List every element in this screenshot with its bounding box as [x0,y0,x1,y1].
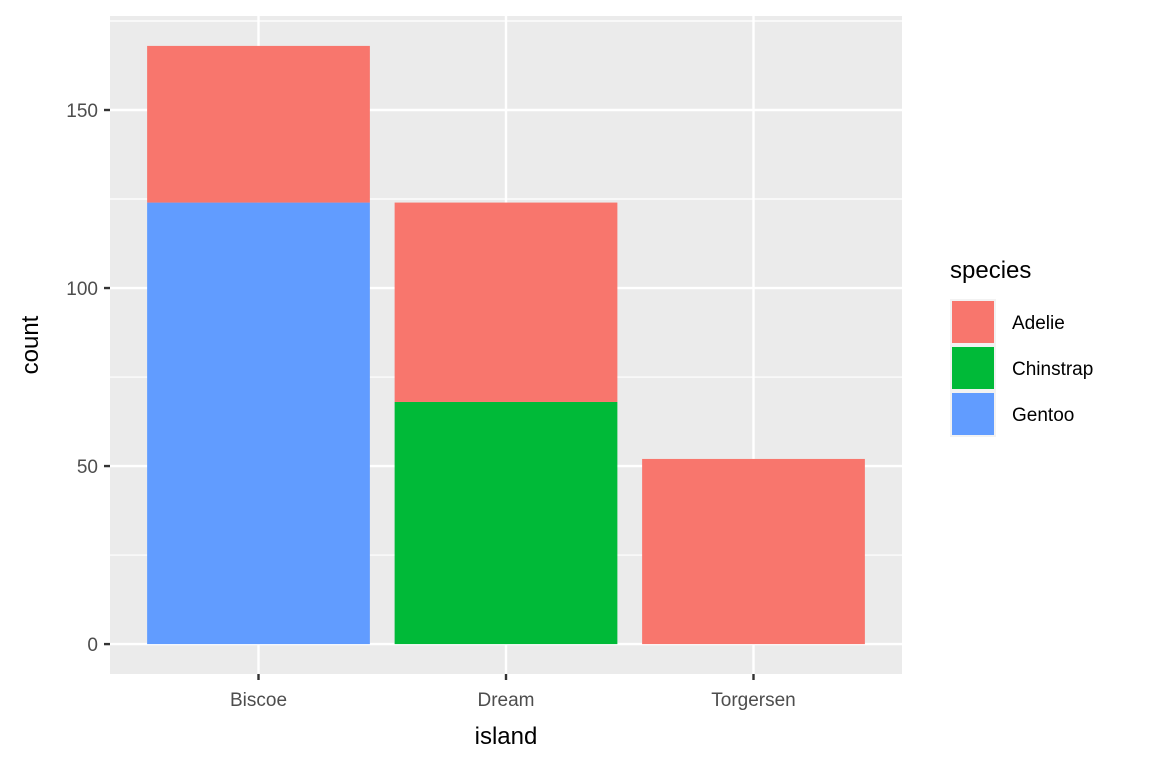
y-tick-label: 100 [66,279,98,300]
bar-dream-chinstrap [394,401,618,645]
stacked-bar-chart: 0 50 100 150 Biscoe Dream Torgersen island co… [17,16,1093,750]
x-tick-label: Biscoe [230,690,287,711]
y-tick-label: 0 [87,635,98,656]
legend-label-adelie: Adelie [1012,313,1065,334]
legend-title: species [950,257,1031,284]
bar-biscoe-adelie [147,45,370,203]
bar-torgersen-adelie [642,458,865,645]
y-tick-label: 150 [66,101,98,122]
legend-swatch-gentoo [952,393,994,435]
bar-dream-adelie [394,202,618,402]
y-axis-title: count [17,315,44,374]
bar-biscoe-gentoo [147,202,370,645]
legend-label-chinstrap: Chinstrap [1012,359,1093,380]
y-tick-label: 50 [77,457,98,478]
x-axis: Biscoe Dream Torgersen [230,674,796,711]
y-axis: 0 50 100 150 [66,101,110,656]
legend: species Adelie Chinstrap Gentoo [950,257,1093,437]
legend-swatch-adelie [952,301,994,343]
x-axis-title: island [475,723,538,750]
legend-swatch-chinstrap [952,347,994,389]
legend-label-gentoo: Gentoo [1012,405,1074,426]
x-tick-label: Torgersen [711,690,796,711]
x-tick-label: Dream [477,690,534,711]
